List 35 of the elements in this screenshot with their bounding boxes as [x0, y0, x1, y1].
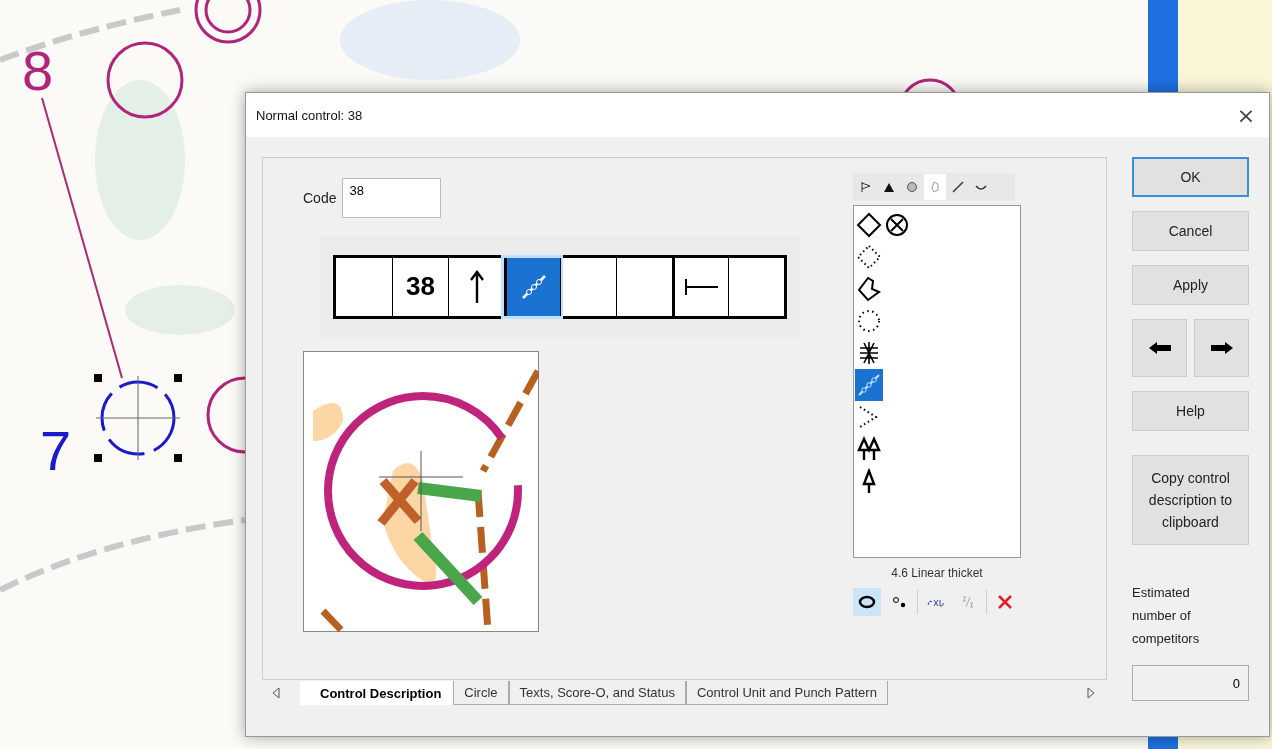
tab[interactable]: Control Description — [300, 681, 454, 705]
previous-button[interactable] — [1132, 319, 1187, 377]
dimension-icon — [683, 276, 720, 297]
ok-button[interactable]: OK — [1132, 157, 1249, 197]
right-arrow-icon — [1210, 342, 1233, 354]
window-title: Normal control: 38 — [256, 107, 363, 123]
selected-control-drawing[interactable] — [94, 374, 182, 462]
symbol-category-icon — [929, 181, 941, 193]
competitors-label: Estimated number of competitors — [1132, 584, 1201, 648]
symbol-category-icon — [860, 181, 872, 193]
tab[interactable]: Circle — [453, 681, 509, 705]
cancel-button[interactable]: Cancel — [1132, 211, 1249, 251]
close-button[interactable]: × — [1223, 93, 1269, 137]
symbol-tool-icon[interactable] — [853, 588, 881, 616]
left-arrow-icon — [1148, 342, 1171, 354]
description-cell[interactable] — [504, 257, 560, 316]
symbol-category-icon — [883, 181, 895, 193]
code-label: Code — [303, 190, 337, 206]
scroll-left-icon[interactable] — [272, 687, 280, 699]
competitors-field[interactable]: 0 — [1132, 665, 1249, 701]
help-button[interactable]: Help — [1132, 391, 1249, 431]
apply-button[interactable]: Apply — [1132, 265, 1249, 305]
tab[interactable]: Texts, Score-O, and Status — [508, 681, 686, 705]
next-button[interactable] — [1194, 319, 1249, 377]
symbol-category-icon — [952, 181, 964, 193]
tab[interactable]: Control Unit and Punch Pattern — [685, 681, 888, 705]
scroll-right-icon[interactable] — [1087, 687, 1095, 699]
up-arrow-icon — [469, 269, 484, 304]
symbol-category-icon — [906, 181, 918, 193]
control-number: 7 — [40, 419, 72, 482]
control-number: 8 — [22, 39, 54, 102]
code-field[interactable]: 38 — [342, 178, 442, 218]
symbol-caption: 4.6 Linear thicket — [890, 566, 984, 580]
copy-description-button[interactable]: Copy control description to clipboard — [1132, 455, 1249, 545]
description-cell[interactable]: 38 — [392, 257, 448, 316]
